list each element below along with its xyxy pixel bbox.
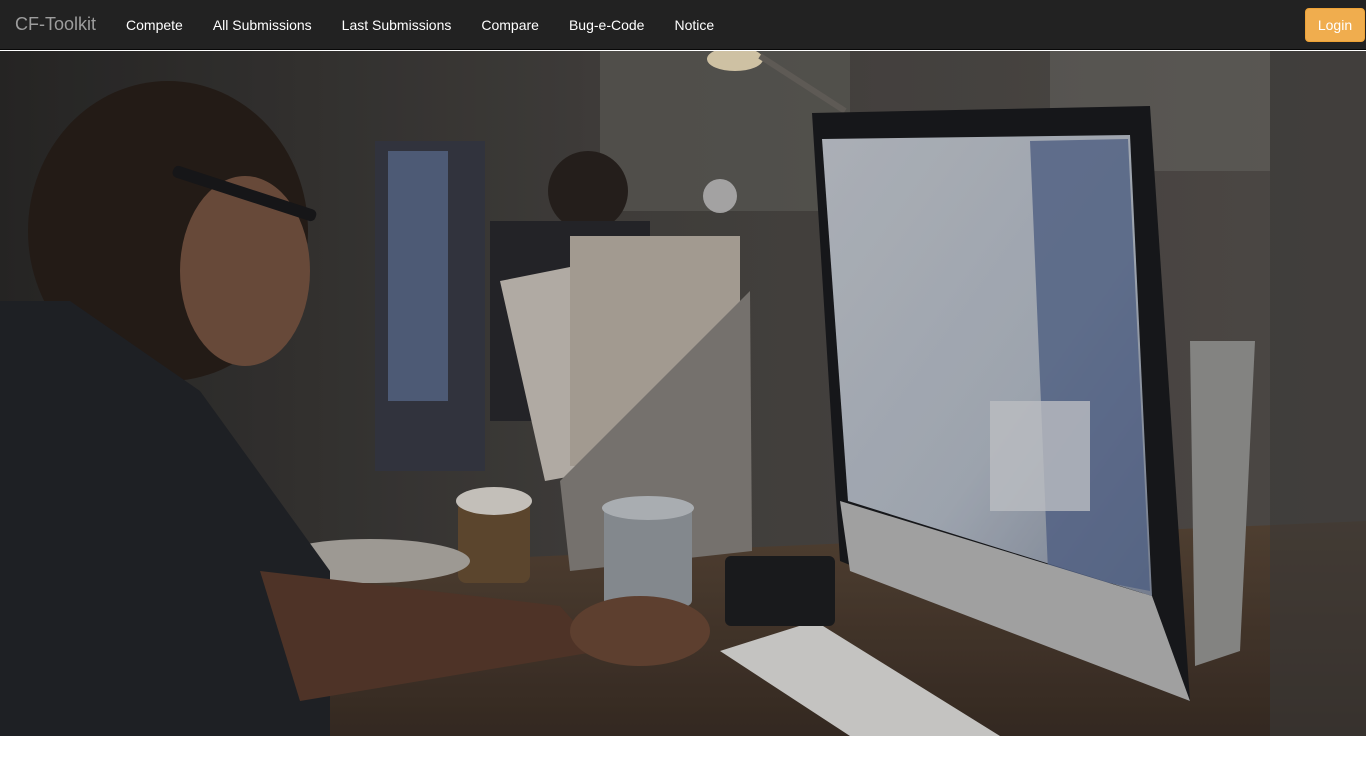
navbar: CF-Toolkit Compete All Submissions Last … <box>0 0 1366 50</box>
nav-item-bug-e-code[interactable]: Bug-e-Code <box>554 0 660 50</box>
main-nav: Compete All Submissions Last Submissions… <box>111 0 729 50</box>
nav-item-compare[interactable]: Compare <box>466 0 554 50</box>
hero-photo-illustration <box>0 51 1366 736</box>
login-button[interactable]: Login <box>1305 8 1365 42</box>
nav-item-last-submissions[interactable]: Last Submissions <box>327 0 467 50</box>
nav-item-all-submissions[interactable]: All Submissions <box>198 0 327 50</box>
brand-link[interactable]: CF-Toolkit <box>15 14 96 35</box>
page-bottom-area <box>0 736 1366 768</box>
nav-item-notice[interactable]: Notice <box>659 0 729 50</box>
hero-image <box>0 51 1366 736</box>
nav-item-compete[interactable]: Compete <box>111 0 198 50</box>
